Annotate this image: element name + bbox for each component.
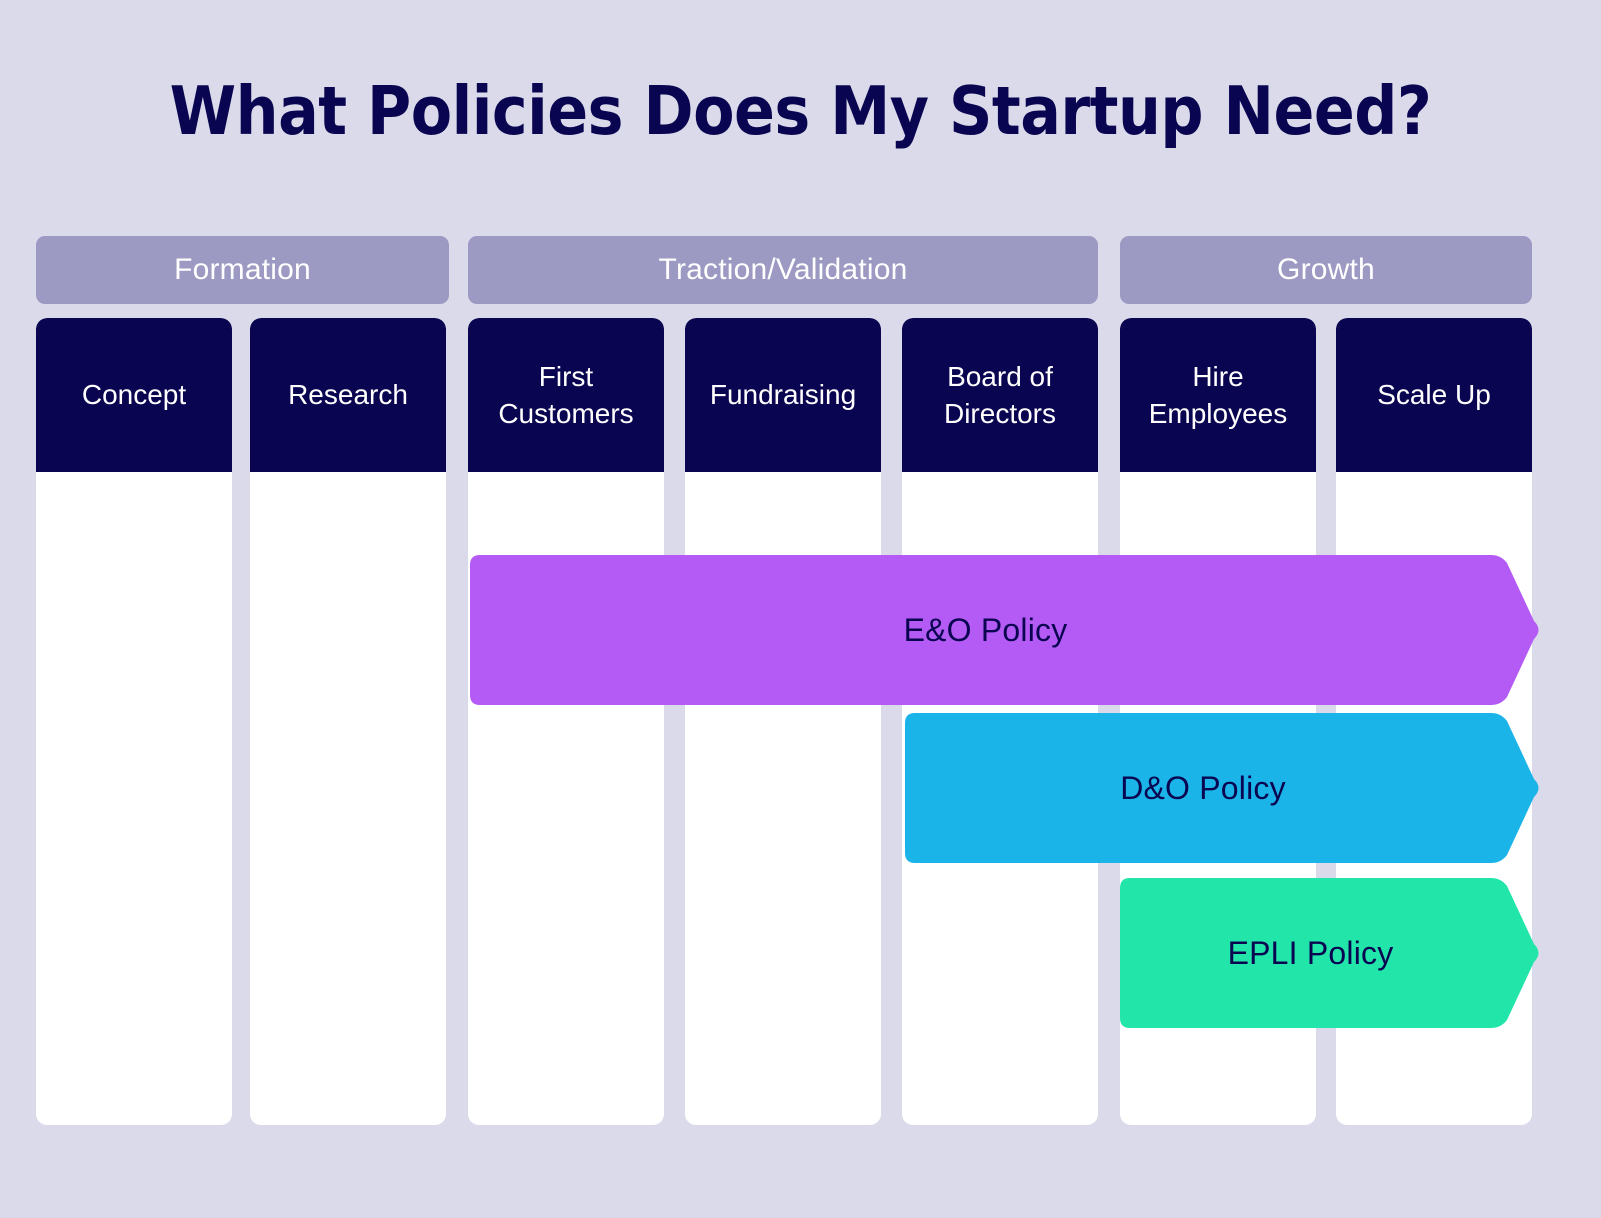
- phase-header-band: Formation Traction/Validation Growth: [36, 236, 1532, 304]
- stage-column-first-customers: First Customers: [468, 318, 664, 1125]
- stage-label: Scale Up: [1377, 379, 1491, 411]
- stage-card-concept: Concept: [36, 318, 232, 472]
- stage-card-fundraising: Fundraising: [685, 318, 881, 472]
- phase-header-formation: Formation: [36, 236, 449, 304]
- stage-card-research: Research: [250, 318, 446, 472]
- phase-label: Traction/Validation: [658, 253, 908, 286]
- phase-header-traction-validation: Traction/Validation: [468, 236, 1098, 304]
- stage-card-first-customers: First Customers: [468, 318, 664, 472]
- stage-label: Fundraising: [709, 379, 857, 411]
- phase-header-growth: Growth: [1120, 236, 1532, 304]
- phase-label: Formation: [174, 253, 311, 286]
- phase-label: Growth: [1277, 253, 1375, 286]
- infographic-canvas: What Policies Does My Startup Need? Form…: [0, 0, 1601, 1218]
- page-title: What Policies Does My Startup Need?: [169, 72, 1432, 150]
- stage-column-fundraising: Fundraising: [685, 318, 881, 1125]
- stage-column-scale-up: Scale Up: [1336, 318, 1532, 1125]
- stage-column-research: Research: [250, 318, 446, 1125]
- stage-column-hire-employees: Hire Employees: [1120, 318, 1316, 1125]
- stage-card-scale-up: Scale Up: [1336, 318, 1532, 472]
- stage-label: Hire Employees: [1148, 360, 1288, 429]
- stage-label: Concept: [81, 379, 187, 411]
- stage-columns: Concept Research First Customers Fundrai…: [36, 318, 1532, 1125]
- stage-card-hire-employees: Hire Employees: [1120, 318, 1316, 472]
- stage-column-board-of-directors: Board of Directors: [902, 318, 1098, 1125]
- stage-card-board-of-directors: Board of Directors: [902, 318, 1098, 472]
- stage-label: Research: [288, 379, 408, 411]
- stage-label: Board of Directors: [943, 360, 1056, 429]
- stage-label: First Customers: [498, 360, 634, 429]
- stage-column-concept: Concept: [36, 318, 232, 1125]
